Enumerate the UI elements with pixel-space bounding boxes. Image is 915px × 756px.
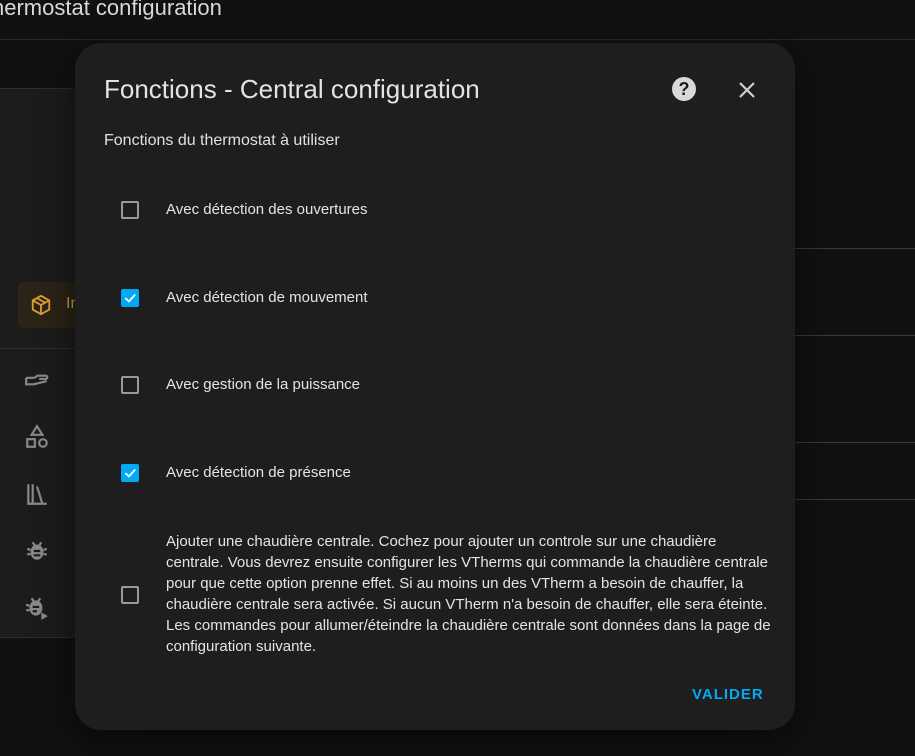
- checkbox[interactable]: [121, 464, 139, 482]
- option-label: Avec détection de présence: [166, 464, 351, 481]
- bug-play-icon[interactable]: [24, 595, 50, 621]
- divider: [794, 499, 915, 500]
- library-icon[interactable]: [24, 481, 50, 507]
- top-app-bar: hermostat configuration: [0, 0, 915, 40]
- option-label: Ajouter une chaudière centrale. Cochez p…: [166, 533, 771, 655]
- shapes-icon[interactable]: [24, 424, 50, 450]
- divider: [794, 248, 915, 249]
- option-label: Avec détection des ouvertures: [166, 201, 368, 218]
- submit-button[interactable]: VALIDER: [692, 686, 764, 703]
- divider: [794, 442, 915, 443]
- check-icon: [124, 468, 136, 478]
- background-card-right: [794, 88, 915, 500]
- bug-icon[interactable]: [24, 538, 50, 564]
- dialog-title: Fonctions - Central configuration: [104, 74, 480, 104]
- dialog-subtitle: Fonctions du thermostat à utiliser: [104, 132, 340, 149]
- checkbox[interactable]: [121, 586, 139, 604]
- config-dialog: Fonctions - Central configuration ? Fonc…: [75, 43, 795, 730]
- option-label: Avec détection de mouvement: [166, 289, 368, 306]
- integration-chip[interactable]: In: [18, 282, 80, 328]
- close-icon[interactable]: [735, 78, 759, 102]
- checkbox[interactable]: [121, 376, 139, 394]
- help-icon[interactable]: ?: [672, 77, 696, 101]
- check-icon: [124, 293, 136, 303]
- checkbox[interactable]: [121, 201, 139, 219]
- checkbox[interactable]: [121, 289, 139, 307]
- package-icon: [31, 294, 51, 316]
- option-label: Avec gestion de la puissance: [166, 376, 361, 393]
- page-title: hermostat configuration: [0, 0, 222, 20]
- divider: [0, 348, 80, 349]
- divider: [794, 335, 915, 336]
- hand-icon[interactable]: [24, 367, 50, 393]
